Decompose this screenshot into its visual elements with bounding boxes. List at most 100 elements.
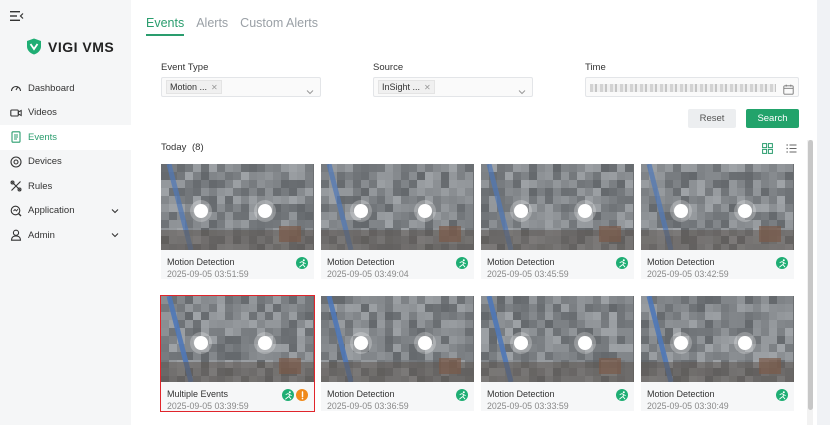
event-title: Motion Detection: [327, 389, 395, 399]
sidebar-item-label: Devices: [28, 156, 62, 168]
event-card[interactable]: Motion Detection 2025-09-05 03:49:04: [321, 164, 474, 279]
event-time: 2025-09-05 03:45:59: [487, 269, 569, 279]
search-button[interactable]: Search: [746, 109, 799, 128]
scrollbar-thumb[interactable]: [808, 140, 813, 410]
sidebar-item-label: Admin: [28, 229, 55, 241]
sidebar-item-admin[interactable]: Admin: [0, 223, 131, 248]
sidebar-item-label: Application: [28, 205, 75, 217]
event-snapshot-thumbnail[interactable]: [641, 164, 794, 250]
app-logo: VIGI VMS: [26, 38, 114, 55]
calendar-icon[interactable]: [783, 82, 794, 95]
tag-remove-icon[interactable]: ✕: [424, 83, 431, 92]
time-range-value-redacted: [590, 84, 776, 92]
motion-detection-icon: [282, 389, 294, 401]
motion-detection-icon: [296, 257, 308, 269]
event-time: 2025-09-05 03:51:59: [167, 269, 249, 279]
devices-icon: [10, 156, 22, 168]
motion-detection-icon: [456, 389, 468, 401]
event-snapshot-thumbnail[interactable]: [481, 296, 634, 382]
event-card[interactable]: Motion Detection 2025-09-05 03:30:49: [641, 296, 794, 411]
time-label: Time: [585, 62, 606, 73]
event-snapshot-thumbnail[interactable]: [321, 296, 474, 382]
event-title: Multiple Events: [167, 389, 229, 399]
reset-button[interactable]: Reset: [688, 109, 736, 128]
event-card[interactable]: Motion Detection 2025-09-05 03:33:59: [481, 296, 634, 411]
event-snapshot-thumbnail[interactable]: [641, 296, 794, 382]
event-snapshot-thumbnail[interactable]: [161, 164, 314, 250]
tag-remove-icon[interactable]: ✕: [211, 83, 218, 92]
sidebar-item-label: Rules: [28, 180, 53, 192]
motion-detection-icon: [776, 389, 788, 401]
event-card[interactable]: Motion Detection 2025-09-05 03:45:59: [481, 164, 634, 279]
sidebar-item-devices[interactable]: Devices: [0, 150, 131, 175]
event-snapshot-thumbnail[interactable]: [321, 164, 474, 250]
tab-events[interactable]: Events: [146, 16, 185, 36]
video-icon: [10, 107, 22, 119]
event-title: Motion Detection: [487, 389, 555, 399]
event-time: 2025-09-05 03:33:59: [487, 401, 569, 411]
group-count: (8): [192, 142, 204, 153]
events-icon: [10, 131, 22, 143]
event-title: Motion Detection: [647, 389, 715, 399]
motion-detection-icon: [616, 389, 628, 401]
event-card[interactable]: Multiple Events 2025-09-05 03:39:59: [160, 295, 315, 412]
source-label: Source: [373, 62, 404, 73]
application-icon: [10, 205, 22, 217]
sidebar-nav: Dashboard Videos Events Devices Rules Ap…: [0, 76, 131, 248]
event-snapshot-thumbnail[interactable]: [161, 296, 314, 382]
vigi-logo-icon: [27, 38, 41, 55]
dashboard-icon: [10, 82, 22, 94]
chevron-down-icon: [111, 231, 119, 239]
sidebar-item-label: Events: [28, 131, 58, 143]
admin-icon: [10, 229, 22, 241]
sidebar-item-label: Dashboard: [28, 82, 75, 94]
chevron-down-icon: [111, 207, 119, 215]
app-name: VIGI VMS: [48, 38, 115, 55]
event-type-label: Event Type: [161, 62, 209, 73]
list-view-icon[interactable]: [786, 141, 797, 153]
group-header: Today (8): [161, 142, 204, 153]
motion-detection-icon: [776, 257, 788, 269]
motion-detection-icon: [616, 257, 628, 269]
event-title: Motion Detection: [327, 257, 395, 267]
time-range-input[interactable]: [585, 77, 799, 97]
event-type-tag-text: Motion ...: [170, 82, 208, 92]
sidebar-item-videos[interactable]: Videos: [0, 101, 131, 126]
source-tag-text: InSight ...: [382, 82, 421, 92]
sidebar-item-rules[interactable]: Rules: [0, 174, 131, 199]
event-time: 2025-09-05 03:49:04: [327, 269, 409, 279]
chevron-down-icon: [518, 83, 526, 95]
event-time: 2025-09-05 03:39:59: [167, 401, 249, 411]
sidebar-item-application[interactable]: Application: [0, 199, 131, 224]
event-title: Motion Detection: [487, 257, 555, 267]
rules-icon: [10, 180, 22, 192]
sidebar-item-label: Videos: [28, 107, 57, 119]
event-title: Motion Detection: [167, 257, 235, 267]
event-time: 2025-09-05 03:30:49: [647, 401, 729, 411]
event-type-tag: Motion ... ✕: [166, 80, 222, 94]
alarm-event-icon: [296, 389, 308, 401]
chevron-down-icon: [306, 83, 314, 95]
collapse-menu-icon[interactable]: [10, 9, 24, 21]
motion-detection-icon: [456, 257, 468, 269]
event-card[interactable]: Motion Detection 2025-09-05 03:42:59: [641, 164, 794, 279]
event-snapshot-thumbnail[interactable]: [481, 164, 634, 250]
events-panel: Events Alerts Custom Alerts Event Type M…: [131, 0, 817, 425]
main-area: Events Alerts Custom Alerts Event Type M…: [131, 0, 830, 425]
source-select[interactable]: InSight ... ✕: [373, 77, 533, 97]
tab-custom-alerts[interactable]: Custom Alerts: [240, 16, 318, 36]
event-card[interactable]: Motion Detection 2025-09-05 03:51:59: [161, 164, 314, 279]
tab-bar: Events Alerts Custom Alerts: [146, 16, 318, 36]
event-card[interactable]: Motion Detection 2025-09-05 03:36:59: [321, 296, 474, 411]
event-type-select[interactable]: Motion ... ✕: [161, 77, 321, 97]
source-tag: InSight ... ✕: [378, 80, 435, 94]
group-label: Today: [161, 142, 187, 153]
event-time: 2025-09-05 03:42:59: [647, 269, 729, 279]
sidebar: VIGI VMS Dashboard Videos Events Devices…: [0, 0, 131, 425]
event-title: Motion Detection: [647, 257, 715, 267]
grid-view-icon[interactable]: [762, 141, 773, 154]
sidebar-item-events[interactable]: Events: [0, 125, 131, 150]
event-time: 2025-09-05 03:36:59: [327, 401, 409, 411]
tab-alerts[interactable]: Alerts: [196, 16, 228, 36]
sidebar-item-dashboard[interactable]: Dashboard: [0, 76, 131, 101]
